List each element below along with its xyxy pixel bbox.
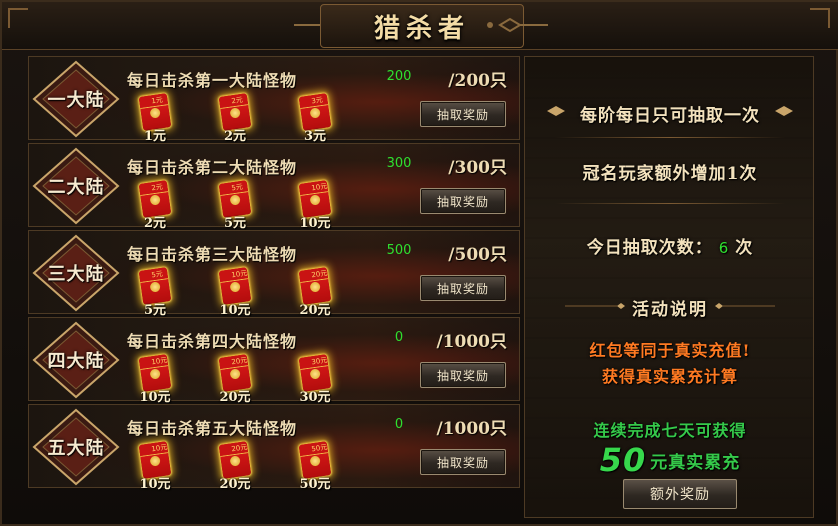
task-row-continent-2: 二大陆 每日击杀第二大陆怪物 300 /300只 2元 2元 5元 5元 10元…	[28, 143, 520, 231]
kill-count: 0	[394, 330, 404, 345]
red-packet-reward: 10元 10元	[133, 441, 177, 492]
diamond-ornament-icon	[775, 106, 793, 116]
bonus-reward: 50 元真实累充	[525, 441, 815, 479]
reward-amount: 5元	[223, 216, 247, 231]
divider-ornament-icon	[715, 303, 775, 309]
reward-amount: 30元	[299, 390, 331, 405]
info-panel: 每阶每日只可抽取一次 冠名玩家额外增加1次 今日抽取次数： 6 次 活动说明 红包等…	[524, 56, 814, 518]
reward-amount: 10元	[219, 303, 251, 318]
task-row-continent-3: 三大陆 每日击杀第三大陆怪物 500 /500只 5元 5元 10元 10元 2…	[28, 230, 520, 318]
rule-counted-recharge: 获得真实累充计算	[601, 367, 738, 386]
red-packet-reward: 20元 20元	[213, 441, 257, 492]
kill-count: 500	[386, 243, 412, 258]
red-packet-reward: 20元 20元	[293, 267, 337, 318]
task-row-continent-4: 四大陆 每日击杀第四大陆怪物 0 /1000只 10元 10元 20元 20元 …	[28, 317, 520, 405]
red-packet-reward: 10元 10元	[133, 354, 177, 405]
bonus-amount: 50	[599, 441, 647, 479]
kill-target: /1000只	[436, 332, 507, 352]
task-title: 每日击杀第三大陆怪物	[127, 245, 298, 264]
continent-badge: 二大陆	[31, 146, 121, 226]
task-title: 每日击杀第五大陆怪物	[127, 419, 298, 438]
rule-once-per-day: 每阶每日只可抽取一次	[525, 101, 815, 126]
diamond-ornament-icon	[547, 106, 565, 116]
red-packet-reward: 3元 3元	[293, 93, 337, 144]
badge-label: 三大陆	[47, 264, 105, 285]
red-packet-reward: 1元 1元	[133, 93, 177, 144]
badge-label: 四大陆	[47, 351, 105, 372]
reward-amount: 5元	[143, 303, 167, 318]
red-packet-reward: 5元 5元	[133, 267, 177, 318]
claim-reward-button[interactable]: 抽取奖励	[420, 188, 506, 214]
title-bar: 猎杀者	[2, 2, 838, 50]
continent-badge: 五大陆	[31, 407, 121, 487]
kill-count: 0	[394, 417, 404, 432]
reward-amount: 1元	[143, 129, 167, 144]
badge-label: 五大陆	[47, 438, 105, 459]
badge-label: 二大陆	[47, 177, 105, 198]
red-packet-reward: 10元 10元	[213, 267, 257, 318]
kill-target: /1000只	[436, 419, 507, 439]
task-row-continent-5: 五大陆 每日击杀第五大陆怪物 0 /1000只 10元 10元 20元 20元 …	[28, 404, 520, 492]
task-title: 每日击杀第四大陆怪物	[127, 332, 298, 351]
reward-amount: 2元	[143, 216, 167, 231]
claim-reward-button[interactable]: 抽取奖励	[420, 362, 506, 388]
red-packet-reward: 10元 10元	[293, 180, 337, 231]
red-packet-reward: 50元 50元	[293, 441, 337, 492]
claim-reward-button[interactable]: 抽取奖励	[420, 101, 506, 127]
task-row-continent-1: 一大陆 每日击杀第一大陆怪物 200 /200只 1元 1元 2元 2元 3元 …	[28, 56, 520, 144]
kill-count: 200	[386, 69, 412, 84]
reward-amount: 20元	[219, 477, 251, 492]
kill-count: 300	[386, 156, 412, 171]
draw-count-label: 今日抽取次数：	[586, 238, 713, 258]
draw-count-value: 6	[718, 239, 730, 257]
reward-amount: 20元	[299, 303, 331, 318]
reward-amount: 10元	[139, 477, 171, 492]
reward-amount: 50元	[299, 477, 331, 492]
kill-target: /500只	[448, 245, 507, 265]
extra-reward-button[interactable]: 额外奖励	[623, 479, 737, 509]
kill-target: /200只	[448, 71, 507, 91]
divider	[555, 203, 785, 204]
reward-amount: 10元	[139, 390, 171, 405]
rule-real-recharge: 红包等同于真实充值!	[589, 341, 751, 360]
bonus-suffix: 元真实累充	[650, 453, 741, 473]
continent-badge: 一大陆	[31, 59, 121, 139]
red-packet-reward: 30元 30元	[293, 354, 337, 405]
kill-target: /300只	[448, 158, 507, 178]
draw-count-unit: 次	[735, 238, 754, 258]
red-packet-reward: 2元 2元	[213, 93, 257, 144]
reward-amount: 3元	[303, 129, 327, 144]
task-title: 每日击杀第二大陆怪物	[127, 158, 298, 177]
bonus-condition: 连续完成七天可获得	[593, 421, 747, 440]
draw-count: 今日抽取次数： 6 次	[525, 233, 815, 258]
frame-corner-ornament	[810, 8, 830, 28]
reward-amount: 20元	[219, 390, 251, 405]
red-packet-reward: 20元 20元	[213, 354, 257, 405]
title-ornament-right-icon	[487, 17, 548, 33]
red-packet-reward: 5元 5元	[213, 180, 257, 231]
continent-badge: 三大陆	[31, 233, 121, 313]
continent-badge: 四大陆	[31, 320, 121, 400]
window-title: 猎杀者	[373, 13, 470, 44]
red-packet-reward: 2元 2元	[133, 180, 177, 231]
reward-amount: 10元	[299, 216, 331, 231]
claim-reward-button[interactable]: 抽取奖励	[420, 449, 506, 475]
divider-ornament-icon	[565, 303, 625, 309]
rule-titled-player-extra: 冠名玩家额外增加1次	[582, 164, 758, 184]
rules-title: 活动说明	[525, 295, 815, 320]
reward-amount: 2元	[223, 129, 247, 144]
task-title: 每日击杀第一大陆怪物	[127, 71, 298, 90]
frame-corner-ornament	[8, 8, 28, 28]
claim-reward-button[interactable]: 抽取奖励	[420, 275, 506, 301]
event-window: 猎杀者 一大陆 每日击杀第一大陆怪物 200 /200只 1元 1元 2元 2元…	[0, 0, 838, 526]
divider	[555, 137, 785, 138]
badge-label: 一大陆	[47, 90, 105, 111]
